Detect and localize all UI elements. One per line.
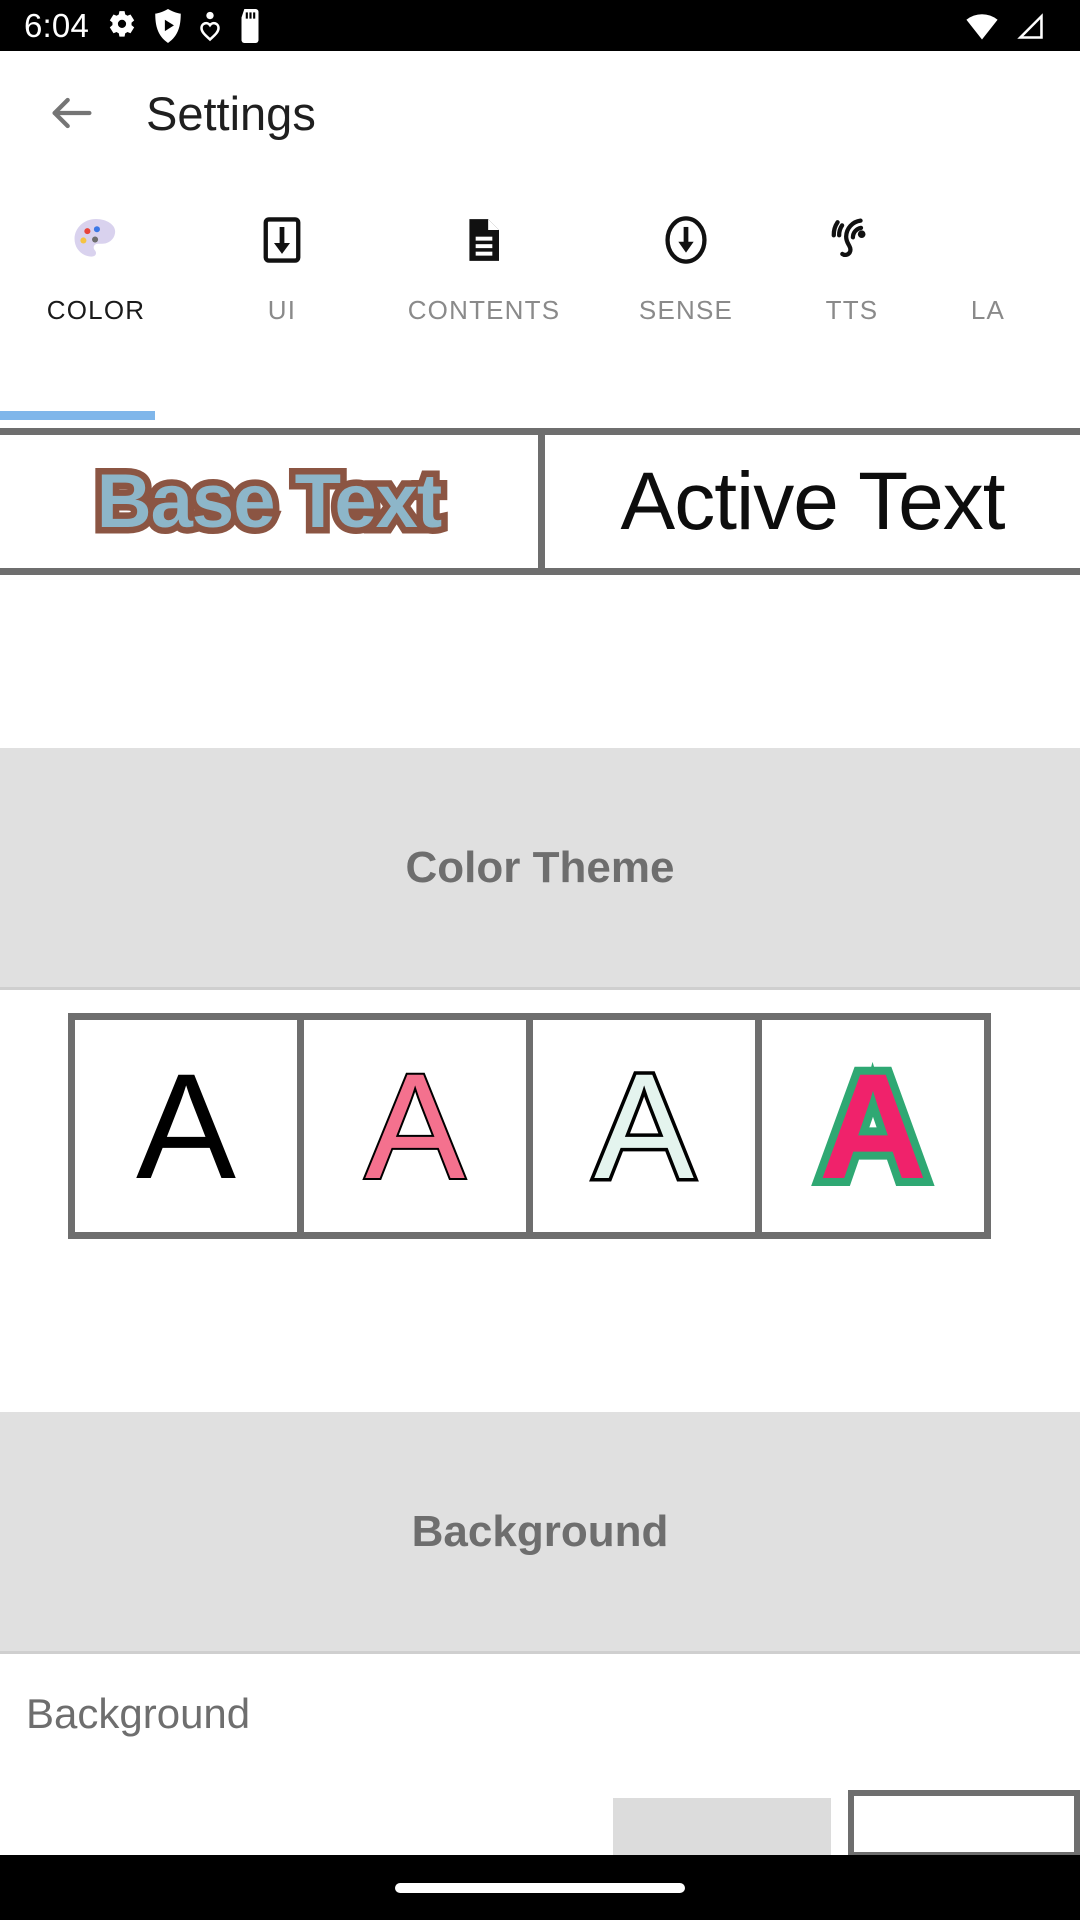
base-text-preview[interactable]: Base Text [0, 435, 538, 568]
theme-swatch-black-glyph: A [135, 1042, 237, 1210]
active-text-sample: Active Text [620, 455, 1006, 547]
active-tab-indicator [0, 411, 155, 420]
gear-icon [109, 10, 135, 37]
background-picker-button[interactable] [848, 1790, 1080, 1858]
tab-contents[interactable]: CONTENTS [372, 175, 596, 326]
theme-swatch-pink[interactable]: A [304, 1020, 526, 1232]
section-title-color-theme: Color Theme [405, 842, 675, 892]
active-text-preview[interactable]: Active Text [545, 435, 1080, 568]
theme-swatch-mint[interactable]: A [533, 1020, 755, 1232]
wifi-icon [966, 13, 998, 39]
sd-card-icon [241, 8, 259, 43]
tab-label-contents: CONTENTS [407, 295, 561, 325]
section-header-color-theme: Color Theme [0, 748, 1080, 990]
tab-la[interactable]: LA [928, 175, 1048, 326]
ear-hearing-icon [825, 211, 879, 269]
tab-label-sense: SENSE [638, 295, 734, 325]
status-bar: 6:04 [0, 0, 1080, 51]
tab-label-tts: TTS [825, 295, 879, 325]
system-nav-bar [0, 1855, 1080, 1920]
back-arrow-icon [52, 97, 92, 129]
section-title-background: Background [411, 1506, 669, 1556]
status-bar-notification-icons [105, 8, 263, 43]
background-color-chip[interactable] [613, 1798, 831, 1858]
arrow-down-circle-icon [659, 211, 713, 269]
base-text-sample: Base Text [90, 453, 448, 551]
theme-swatch-black[interactable]: A [75, 1020, 297, 1232]
theme-swatch-pink-glyph: A [363, 1042, 467, 1210]
text-preview-row: Base Text Active Text [0, 428, 1080, 575]
cell-signal-icon [1017, 12, 1043, 39]
tab-ui[interactable]: UI [192, 175, 372, 326]
settings-tab-strip[interactable]: COLOR UI CONTENTS SENSE TTS LA [0, 175, 1080, 428]
shield-play-icon [155, 8, 181, 43]
palette-icon [68, 211, 124, 269]
heart-pin-icon [200, 11, 220, 41]
theme-swatch-mint-glyph: A [590, 1042, 697, 1210]
page-title: Settings [146, 86, 316, 140]
status-bar-clock: 6:04 [24, 6, 90, 44]
background-row-label: Background [26, 1690, 251, 1737]
section-header-background: Background [0, 1412, 1080, 1654]
theme-swatch-pink-green[interactable]: A [762, 1020, 984, 1232]
home-pill-indicator[interactable] [395, 1882, 685, 1893]
theme-swatch-pink-green-glyph: A [811, 1042, 935, 1210]
tab-sense[interactable]: SENSE [596, 175, 776, 326]
tab-color[interactable]: COLOR [0, 175, 192, 326]
tab-label-ui: UI [267, 295, 297, 325]
document-lines-icon [459, 211, 509, 269]
tab-tts[interactable]: TTS [776, 175, 928, 326]
status-bar-system-icons [962, 9, 1056, 43]
tab-label-la: LA [970, 295, 1006, 325]
color-theme-swatch-row[interactable]: A A A A [68, 1013, 991, 1239]
tab-label-color: COLOR [46, 295, 146, 325]
back-button[interactable] [24, 65, 120, 161]
download-box-icon [256, 211, 308, 269]
app-bar: Settings [0, 51, 1080, 175]
